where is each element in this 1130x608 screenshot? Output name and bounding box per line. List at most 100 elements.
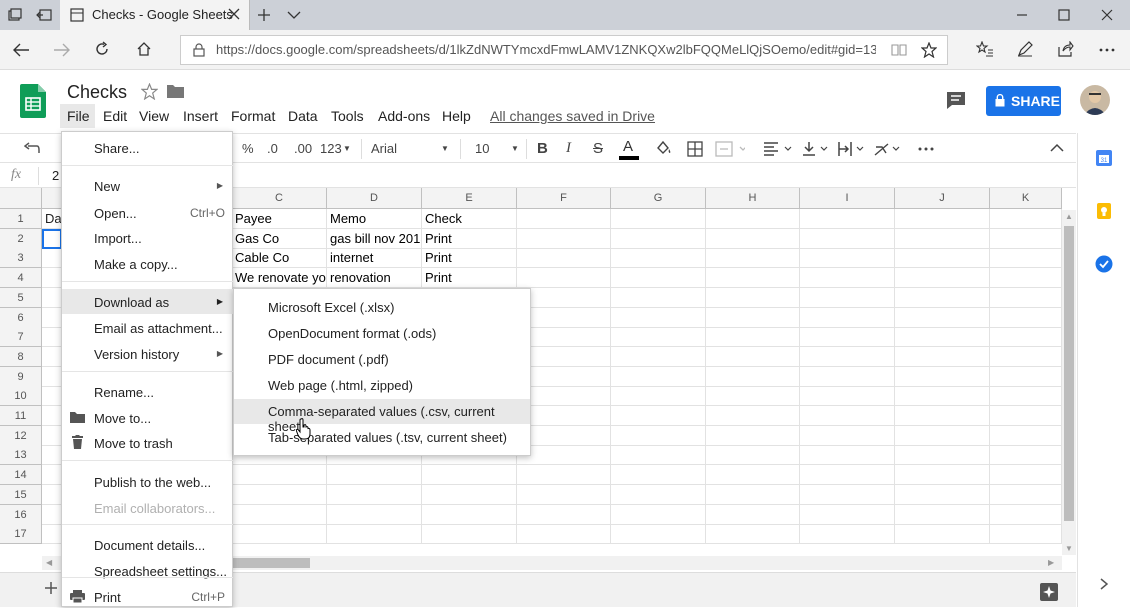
grid-cell[interactable]	[706, 504, 800, 525]
grid-cell[interactable]	[611, 209, 706, 229]
row-header[interactable]: 6	[0, 307, 42, 328]
row-header[interactable]: 1	[0, 209, 42, 229]
grid-cell[interactable]	[706, 307, 800, 328]
menu-addons[interactable]: Add-ons	[378, 108, 430, 124]
decrease-decimal-button[interactable]: .0	[267, 141, 278, 156]
grid-cell[interactable]: Payee	[232, 209, 327, 229]
grid-cell[interactable]	[895, 327, 990, 348]
tab-preview-chevron-icon[interactable]	[287, 10, 301, 20]
grid-cell[interactable]	[800, 366, 895, 387]
undo-icon[interactable]	[24, 142, 40, 154]
merge-cells-icon[interactable]	[715, 141, 745, 157]
cell-a1-partial[interactable]: Da	[42, 210, 62, 230]
grid-cell[interactable]	[895, 425, 990, 446]
grid-cell[interactable]: Check	[422, 209, 517, 229]
more-toolbar-icon[interactable]	[918, 147, 934, 151]
grid-cell[interactable]	[611, 228, 706, 249]
file-menu-import[interactable]: Import...	[62, 227, 233, 249]
column-header-g[interactable]: G	[611, 188, 706, 209]
grid-cell[interactable]	[706, 465, 800, 486]
grid-cell[interactable]	[706, 287, 800, 308]
grid-cell[interactable]	[517, 268, 611, 289]
grid-cell[interactable]	[611, 445, 706, 466]
grid-cell[interactable]	[706, 327, 800, 348]
reading-view-icon[interactable]	[891, 43, 907, 57]
column-header-h[interactable]: H	[706, 188, 800, 209]
font-size-select[interactable]: 10	[475, 141, 489, 156]
grid-cell[interactable]	[517, 327, 611, 348]
text-rotation-icon[interactable]	[874, 141, 904, 157]
column-header-f[interactable]: F	[517, 188, 611, 209]
grid-cell[interactable]	[800, 445, 895, 466]
borders-icon[interactable]	[687, 141, 703, 157]
row-header[interactable]: 3	[0, 248, 42, 269]
favorites-hub-icon[interactable]	[976, 41, 994, 57]
grid-cell[interactable]	[517, 504, 611, 525]
download-tsv[interactable]: Tab-separated values (.tsv, current shee…	[234, 425, 530, 450]
row-header[interactable]: 14	[0, 465, 42, 486]
menu-data[interactable]: Data	[288, 108, 318, 124]
grid-cell[interactable]	[517, 287, 611, 308]
download-csv[interactable]: Comma-separated values (.csv, current sh…	[234, 399, 530, 434]
maximize-icon[interactable]	[1057, 8, 1071, 22]
menu-format[interactable]: Format	[231, 108, 275, 124]
grid-cell[interactable]	[517, 386, 611, 407]
back-icon[interactable]	[12, 42, 30, 58]
grid-cell[interactable]	[611, 287, 706, 308]
grid-cell[interactable]	[611, 484, 706, 505]
row-header[interactable]: 7	[0, 327, 42, 348]
sheets-logo-icon[interactable]	[20, 84, 46, 118]
grid-cell[interactable]	[800, 307, 895, 328]
grid-cell[interactable]	[327, 465, 422, 486]
row-header[interactable]: 10	[0, 386, 42, 407]
grid-cell[interactable]	[706, 484, 800, 505]
grid-cell[interactable]	[611, 504, 706, 525]
grid-cell[interactable]	[706, 366, 800, 387]
menu-help[interactable]: Help	[442, 108, 471, 124]
grid-cell[interactable]	[990, 484, 1062, 505]
row-header[interactable]: 2	[0, 228, 42, 249]
file-menu-publish[interactable]: Publish to the web...	[62, 471, 233, 493]
grid-cell[interactable]	[990, 504, 1062, 525]
grid-cell[interactable]	[232, 524, 327, 545]
grid-cell[interactable]	[706, 386, 800, 407]
url-bar[interactable]: https://docs.google.com/spreadsheets/d/1…	[180, 35, 948, 65]
vertical-scrollbar[interactable]: ▲ ▼	[1062, 210, 1076, 555]
file-menu-email-attachment[interactable]: Email as attachment...	[62, 317, 233, 339]
share-page-icon[interactable]	[1058, 41, 1074, 57]
column-header-i[interactable]: I	[800, 188, 895, 209]
grid-cell[interactable]	[706, 406, 800, 426]
grid-cell[interactable]	[327, 484, 422, 505]
file-menu-print[interactable]: Print Ctrl+P	[62, 586, 233, 608]
grid-cell[interactable]	[990, 209, 1062, 229]
row-header[interactable]: 15	[0, 484, 42, 505]
grid-cell[interactable]: Print	[422, 268, 517, 289]
file-menu-version-history[interactable]: Version history ▶	[62, 343, 233, 365]
download-ods[interactable]: OpenDocument format (.ods)	[234, 321, 530, 346]
grid-cell[interactable]	[706, 209, 800, 229]
row-header[interactable]: 4	[0, 268, 42, 289]
share-button[interactable]: SHARE	[986, 86, 1061, 116]
bold-button[interactable]: B	[537, 140, 548, 157]
grid-cell[interactable]	[990, 366, 1062, 387]
grid-cell[interactable]: gas bill nov 2018	[327, 228, 422, 249]
file-menu-move-to[interactable]: Move to...	[62, 407, 233, 429]
grid-cell[interactable]	[895, 209, 990, 229]
grid-cell[interactable]	[611, 307, 706, 328]
grid-cell[interactable]	[800, 386, 895, 407]
forward-icon[interactable]	[53, 42, 71, 58]
grid-cell[interactable]	[895, 504, 990, 525]
more-options-icon[interactable]	[1099, 48, 1115, 52]
grid-cell[interactable]	[517, 307, 611, 328]
grid-cell[interactable]: renovation	[327, 268, 422, 289]
menu-file[interactable]: File	[67, 108, 90, 124]
column-header-d[interactable]: D	[327, 188, 422, 209]
grid-cell[interactable]	[611, 327, 706, 348]
grid-cell[interactable]	[800, 425, 895, 446]
grid-cell[interactable]	[800, 465, 895, 486]
menu-tools[interactable]: Tools	[331, 108, 364, 124]
file-menu-share[interactable]: Share...	[62, 137, 233, 159]
row-header[interactable]: 16	[0, 504, 42, 525]
grid-cell[interactable]	[517, 346, 611, 367]
grid-cell[interactable]	[706, 425, 800, 446]
